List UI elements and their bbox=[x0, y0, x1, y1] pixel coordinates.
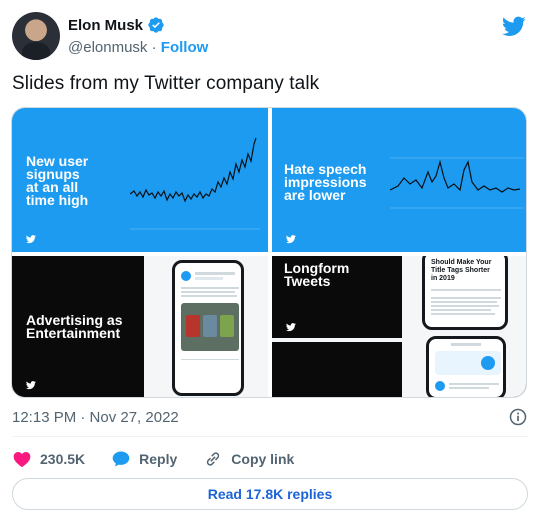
separator: · bbox=[151, 39, 157, 56]
slide-title-line: Entertainment bbox=[26, 325, 121, 341]
author-name-row: Elon Musk bbox=[68, 16, 165, 34]
twitter-bird-icon bbox=[26, 235, 36, 244]
reply-label: Reply bbox=[139, 451, 178, 467]
author-handle[interactable]: @elonmusk bbox=[68, 39, 147, 56]
follow-link[interactable]: Follow bbox=[161, 39, 209, 56]
slide-title-line: Tweets bbox=[284, 273, 331, 289]
copy-link-button[interactable]: Copy link bbox=[203, 449, 294, 469]
read-replies-button[interactable]: Read 17.8K replies bbox=[12, 478, 528, 510]
twitter-bird-icon[interactable] bbox=[502, 14, 526, 38]
phone-mockup bbox=[426, 336, 506, 397]
phone-article-title-line: Title Tags Shorter bbox=[431, 267, 490, 274]
tweet-text: Slides from my Twitter company talk bbox=[12, 73, 320, 94]
copy-link-label: Copy link bbox=[231, 451, 295, 467]
slide-title-line: are lower bbox=[284, 187, 346, 203]
slide-new-user-signups[interactable]: New user signups at an all time high bbox=[12, 108, 268, 252]
slide-title: Advertising as Entertainment bbox=[26, 313, 122, 341]
phone-article-title-line: Should Make Your bbox=[431, 259, 492, 266]
heart-icon bbox=[13, 452, 31, 467]
slide-title: Hate speech impressions are lower bbox=[284, 162, 366, 203]
action-bar: 230.5K Reply Copy link bbox=[12, 447, 320, 471]
slide-title-line: time high bbox=[26, 192, 89, 208]
like-button[interactable]: 230.5K bbox=[12, 449, 85, 469]
slide-title: Longform Tweets bbox=[284, 261, 349, 289]
twitter-bird-icon bbox=[286, 323, 296, 332]
twitter-bird-icon bbox=[286, 235, 296, 244]
phone-mockup: Should Make Your Title Tags Shorter in 2… bbox=[422, 256, 508, 330]
tweet-header: Elon Musk @elonmusk · Follow bbox=[12, 12, 528, 60]
slide-longform-tweets[interactable]: Longform Tweets Should Make Your Title T… bbox=[272, 256, 526, 397]
signups-line-graph bbox=[130, 137, 260, 230]
phone-mockup bbox=[172, 260, 244, 396]
phone-article-title: Should Make Your Title Tags Shorter in 2… bbox=[431, 259, 491, 283]
info-icon[interactable] bbox=[508, 407, 528, 427]
author-handle-row: @elonmusk · Follow bbox=[68, 39, 208, 56]
divider bbox=[12, 436, 528, 437]
slide-phone-panel: Should Make Your Title Tags Shorter in 2… bbox=[402, 256, 526, 397]
like-count: 230.5K bbox=[40, 451, 86, 467]
slide-hate-speech[interactable]: Hate speech impressions are lower bbox=[272, 108, 526, 252]
slide-advertising[interactable]: Advertising as Entertainment bbox=[12, 256, 268, 397]
reply-button[interactable]: Reply bbox=[111, 449, 177, 469]
hate-speech-line-graph bbox=[390, 157, 524, 209]
slide-phone-panel bbox=[144, 256, 268, 397]
slide-divider bbox=[272, 338, 402, 342]
link-icon bbox=[207, 452, 220, 466]
media-grid[interactable]: New user signups at an all time high Hat… bbox=[11, 107, 527, 398]
slide-title: New user signups at an all time high bbox=[26, 154, 89, 208]
avatar[interactable] bbox=[12, 12, 60, 60]
author-name[interactable]: Elon Musk bbox=[68, 17, 143, 34]
phone-article-title-line: in 2019 bbox=[431, 275, 455, 282]
verified-badge-icon bbox=[148, 17, 164, 33]
tweet-timestamp[interactable]: 12:13 PM · Nov 27, 2022 bbox=[12, 409, 179, 426]
twitter-bird-icon bbox=[26, 381, 36, 390]
speech-bubble-icon bbox=[112, 451, 130, 467]
